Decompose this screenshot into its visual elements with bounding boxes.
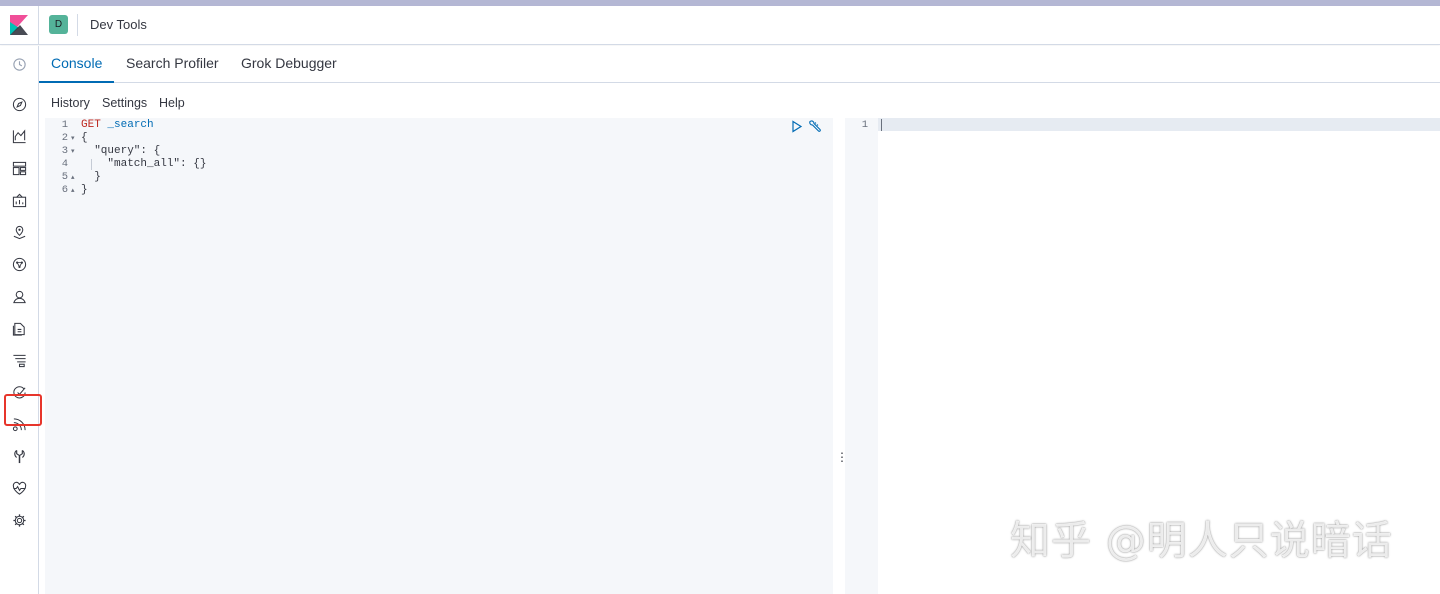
nav-item-visualize[interactable]	[0, 122, 38, 150]
active-line-highlight	[845, 118, 1440, 131]
line-number: 1	[861, 119, 868, 131]
header-divider	[77, 14, 78, 36]
nav-item-ml[interactable]	[0, 250, 38, 278]
dashboard-icon	[12, 161, 26, 175]
dev-tools-icon	[13, 449, 25, 463]
request-code-area[interactable]: GET _search { "query": { "match_all": {}…	[79, 118, 833, 594]
app-header: D Dev Tools	[0, 6, 1440, 45]
code-line: "query": {	[81, 145, 161, 157]
code-line: GET _search	[81, 119, 154, 132]
apm-icon	[12, 354, 26, 367]
maps-icon	[13, 225, 25, 239]
recently-viewed-icon	[12, 57, 26, 71]
fold-arrow-icon[interactable]: ▴	[71, 171, 77, 184]
visualize-icon	[12, 128, 26, 143]
infrastructure-icon	[12, 290, 26, 303]
line-number: 5	[61, 171, 68, 183]
line-number: 2	[61, 132, 68, 144]
line-number: 4	[61, 158, 68, 170]
text-cursor	[881, 119, 882, 131]
logs-icon	[12, 322, 25, 336]
nav-item-dashboard[interactable]	[0, 154, 38, 182]
code-line: }	[81, 184, 88, 196]
fold-arrow-icon[interactable]: ▾	[71, 132, 77, 145]
nav-item-infrastructure[interactable]	[0, 282, 38, 310]
nav-item-maps[interactable]	[0, 218, 38, 246]
request-path: _search	[100, 119, 154, 131]
settings-link[interactable]: Settings	[102, 96, 147, 110]
request-actions	[791, 120, 823, 134]
line-number: 3	[61, 145, 68, 157]
side-nav	[0, 46, 39, 594]
code-line: {	[81, 132, 88, 144]
line-number: 6	[61, 184, 68, 196]
line-number: 1	[61, 119, 68, 131]
nav-item-recently-viewed[interactable]	[0, 50, 38, 78]
wrench-icon[interactable]	[807, 120, 821, 139]
header-divider	[38, 6, 39, 45]
tabs-bar: Console Search Profiler Grok Debugger	[39, 46, 1440, 83]
nav-item-monitoring[interactable]	[0, 474, 38, 502]
kibana-logo-icon[interactable]	[10, 15, 28, 35]
management-icon	[12, 513, 26, 527]
nav-item-apm[interactable]	[0, 346, 38, 374]
space-avatar[interactable]: D	[49, 15, 68, 34]
pane-resizer-icon[interactable]: ⋮	[836, 450, 848, 464]
discover-icon	[12, 97, 26, 111]
nav-item-canvas[interactable]	[0, 186, 38, 214]
http-method: GET	[81, 119, 101, 131]
tab-search-profiler[interactable]: Search Profiler	[114, 46, 231, 83]
nav-item-dev-tools[interactable]	[0, 442, 38, 470]
breadcrumb: Dev Tools	[90, 17, 147, 32]
tab-console[interactable]: Console	[39, 46, 115, 83]
canvas-icon	[12, 193, 26, 207]
play-icon[interactable]	[791, 120, 803, 138]
request-editor[interactable]: 1 2 ▾ 3 ▾ 4 5 ▴ 6 ▴ GET _search { "query…	[45, 118, 833, 594]
code-line: }	[81, 171, 101, 183]
nav-item-management[interactable]	[0, 506, 38, 534]
fold-arrow-icon[interactable]: ▴	[71, 184, 77, 197]
code-line: "match_all": {}	[81, 158, 207, 170]
nav-item-discover[interactable]	[0, 90, 38, 118]
request-gutter: 1 2 ▾ 3 ▾ 4 5 ▴ 6 ▴	[45, 118, 79, 594]
indent-guide	[91, 159, 92, 170]
nav-item-logs[interactable]	[0, 314, 38, 342]
response-gutter: 1	[845, 118, 878, 594]
dev-tools-highlight-box	[4, 394, 42, 426]
history-link[interactable]: History	[51, 96, 90, 110]
watermark: 知乎 @明人只说暗话	[1010, 518, 1393, 564]
tab-grok-debugger[interactable]: Grok Debugger	[229, 46, 349, 83]
help-link[interactable]: Help	[159, 96, 185, 110]
fold-arrow-icon[interactable]: ▾	[71, 145, 77, 158]
ml-icon	[12, 257, 26, 271]
monitoring-icon	[12, 481, 26, 495]
